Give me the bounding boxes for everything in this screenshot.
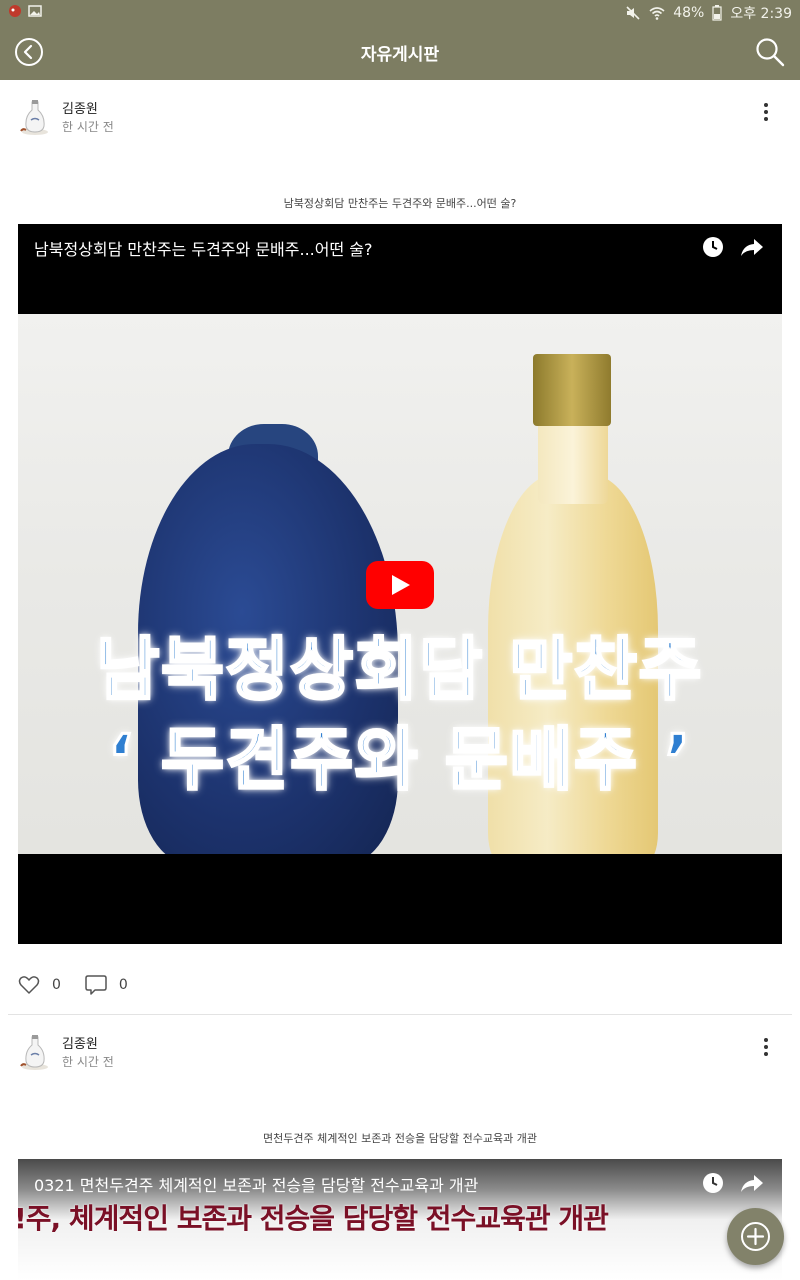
video-thumbnail-banner: !주, 체계적인 보존과 전승을 담당할 전수교육관 개관 [18,1202,609,1235]
status-bar: 48% 오후 2:39 [0,0,800,24]
thumbnail-bottle-cap [533,354,611,426]
comment-button[interactable]: 0 [85,974,128,996]
search-button[interactable] [754,36,786,68]
post-timestamp: 한 시간 전 [62,1055,114,1069]
post-caption: 면천두견주 체계적인 보존과 전승을 담당할 전수교육과 개관 [263,1132,537,1145]
comment-icon [85,975,107,995]
more-vertical-icon [756,1038,776,1056]
page-title: 자유게시판 [360,45,440,65]
thumbnail-headline: 남북정상회담 만찬주 [95,630,704,712]
avatar[interactable] [18,98,52,136]
post-author-row: 김종원 한 시간 전 [18,96,782,146]
gallery-icon [28,5,42,17]
like-button[interactable]: 0 [18,975,61,995]
post-actions: 0 0 [18,972,152,998]
avatar[interactable] [18,1033,52,1071]
add-post-button[interactable] [727,1208,784,1265]
post-card: 김종원 한 시간 전 남북정상회담 만찬주는 두견주와 문배주...어떤 술? … [0,96,800,1016]
battery-icon [712,5,722,21]
share-icon[interactable] [740,1172,764,1194]
video-title[interactable]: 남북정상회담 만찬주는 두견주와 문배주...어떤 술? [34,236,373,260]
video-embed[interactable]: 남북정상회담 만찬주는 두견주와 문배주...어떤 술? 남북정상회담 만찬주 … [18,224,782,944]
mute-icon [626,6,640,20]
like-count: 0 [52,977,61,993]
heart-icon [18,976,40,994]
wifi-icon [649,7,665,20]
comment-count: 0 [118,977,128,993]
play-icon[interactable] [366,561,434,609]
battery-percent: 48% [673,5,705,21]
author-name[interactable]: 김종원 [62,98,98,117]
video-icons [702,1172,764,1194]
video-title[interactable]: 0321 면천두견주 체계적인 보존과 전승을 담당할 전수교육과 개관 [34,1172,478,1196]
author-name[interactable]: 김종원 [62,1033,98,1052]
post-author-row: 김종원 한 시간 전 [18,1031,782,1081]
notification-icon [9,5,21,17]
more-options-button[interactable] [756,100,776,126]
clock-icon[interactable] [702,1172,724,1194]
video-icons [702,236,764,258]
clock-icon[interactable] [702,236,724,258]
share-icon[interactable] [740,236,764,258]
search-icon [756,38,785,67]
more-options-button[interactable] [756,1035,776,1061]
add-icon [741,1222,770,1251]
thumbnail-subheadline: ‘ 두견주와 문배주 ’ [106,720,693,802]
video-embed[interactable]: 0321 면천두견주 체계적인 보존과 전승을 담당할 전수교육과 개관 !주,… [18,1159,782,1280]
post-divider [8,1014,792,1015]
clock-time: 오후 2:39 [730,6,792,22]
more-vertical-icon [756,103,776,121]
post-timestamp: 한 시간 전 [62,120,114,134]
post-caption: 남북정상회담 만찬주는 두견주와 문배주...어떤 술? [283,197,517,210]
app-bar: 자유게시판 [0,24,800,80]
video-thumbnail[interactable]: 남북정상회담 만찬주 ‘ 두견주와 문배주 ’ [18,314,782,854]
